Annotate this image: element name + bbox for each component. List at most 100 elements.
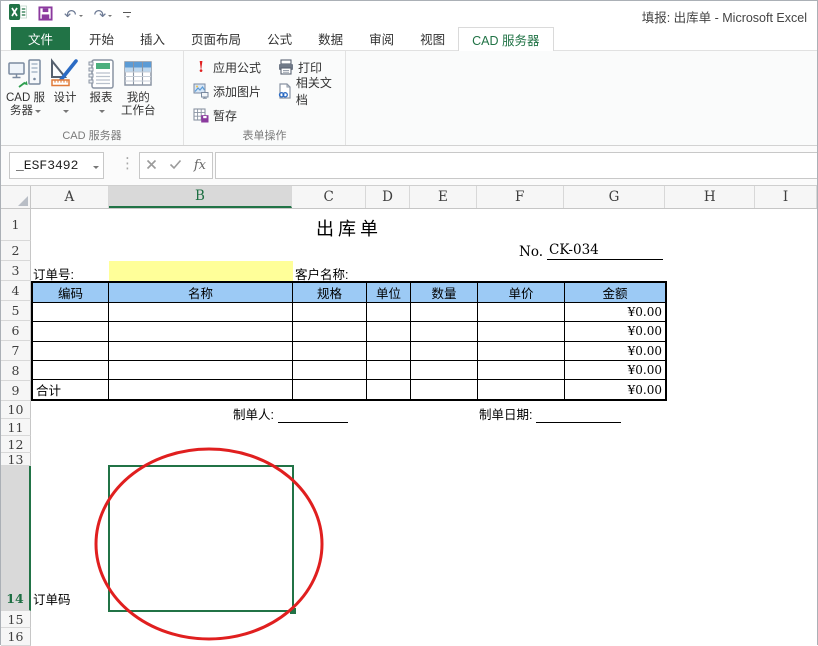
amount-cell[interactable]: ¥0.00 <box>565 322 665 340</box>
table-cell[interactable] <box>411 322 478 340</box>
tab-review[interactable]: 审阅 <box>356 27 407 50</box>
cad-server-menu-button[interactable]: CAD 服 务器 <box>4 55 47 119</box>
formula-input[interactable] <box>215 152 817 179</box>
table-cell[interactable] <box>109 361 293 379</box>
amount-cell[interactable]: ¥0.00 <box>565 303 665 321</box>
table-header-cell[interactable]: 单位 <box>367 283 411 302</box>
column-header-a[interactable]: A <box>31 186 109 208</box>
table-header-cell[interactable]: 名称 <box>109 283 293 302</box>
apply-formula-button[interactable]: ! 应用公式 <box>190 58 275 77</box>
amount-cell[interactable]: ¥0.00 <box>565 342 665 360</box>
table-cell[interactable] <box>367 303 411 321</box>
row-header-9[interactable]: 9 <box>1 381 31 401</box>
amount-cell[interactable]: ¥0.00 <box>565 380 665 399</box>
table-cell[interactable] <box>109 322 293 340</box>
row-header-10[interactable]: 10 <box>1 401 31 419</box>
row-header-4[interactable]: 4 <box>1 281 31 301</box>
tab-data[interactable]: 数据 <box>305 27 356 50</box>
row-header-1[interactable]: 1 <box>1 209 31 241</box>
customize-qat-button[interactable] <box>123 12 131 18</box>
table-cell[interactable] <box>367 322 411 340</box>
table-cell[interactable] <box>478 361 565 379</box>
row-header-7[interactable]: 7 <box>1 341 31 361</box>
table-cell[interactable] <box>33 342 109 360</box>
table-cell[interactable] <box>33 322 109 340</box>
table-header-cell[interactable]: 规格 <box>293 283 367 302</box>
row-header-2[interactable]: 2 <box>1 241 31 261</box>
table-header-cell[interactable]: 单价 <box>478 283 565 302</box>
table-cell[interactable] <box>293 361 367 379</box>
group-label-cad-server: CAD 服务器 <box>1 127 183 143</box>
table-cell[interactable] <box>109 380 293 399</box>
column-header-d[interactable]: D <box>366 186 410 208</box>
design-button[interactable]: 设计 <box>47 55 83 119</box>
report-button[interactable]: 报表 <box>83 55 119 119</box>
row-header-6[interactable]: 6 <box>1 321 31 341</box>
tab-view[interactable]: 视图 <box>407 27 458 50</box>
tab-home[interactable]: 开始 <box>76 27 127 50</box>
table-cell[interactable] <box>478 380 565 399</box>
my-workbench-button[interactable]: 我的 工作台 <box>119 55 158 119</box>
column-header-f[interactable]: F <box>477 186 564 208</box>
tab-cad-server[interactable]: CAD 服务器 <box>458 27 553 51</box>
tab-page-layout[interactable]: 页面布局 <box>178 27 254 50</box>
column-header-g[interactable]: G <box>564 186 666 208</box>
table-header-cell[interactable]: 编码 <box>33 283 109 302</box>
table-cell[interactable] <box>411 342 478 360</box>
table-cell[interactable] <box>411 380 478 399</box>
column-header-c[interactable]: C <box>292 186 366 208</box>
amount-cell[interactable]: ¥0.00 <box>565 361 665 379</box>
row-headers: 1 2 3 4 5 6 7 8 9 10 11 12 13 14 15 16 <box>1 209 31 646</box>
row-header-11[interactable]: 11 <box>1 419 31 436</box>
stash-button[interactable]: 暂存 <box>190 106 240 125</box>
row-header-13[interactable]: 13 <box>1 453 31 466</box>
related-documents-button[interactable]: 相关文档 <box>273 73 345 109</box>
enter-button[interactable] <box>169 157 182 175</box>
column-header-e[interactable]: E <box>410 186 477 208</box>
name-box[interactable]: _ESF3492 <box>9 152 104 179</box>
row-header-14[interactable]: 14 <box>1 466 31 611</box>
add-picture-button[interactable]: 添加图片 <box>190 82 273 101</box>
row-header-3[interactable]: 3 <box>1 261 31 281</box>
row-header-5[interactable]: 5 <box>1 301 31 321</box>
row-header-8[interactable]: 8 <box>1 361 31 381</box>
table-cell[interactable] <box>293 303 367 321</box>
table-cell[interactable] <box>367 380 411 399</box>
table-cell[interactable] <box>478 342 565 360</box>
tab-insert[interactable]: 插入 <box>127 27 178 50</box>
table-header-cell[interactable]: 金额 <box>565 283 665 302</box>
row-header-16[interactable]: 16 <box>1 628 31 646</box>
tab-formulas[interactable]: 公式 <box>254 27 305 50</box>
table-cell[interactable] <box>367 361 411 379</box>
table-header-cell[interactable]: 数量 <box>411 283 478 302</box>
table-cell[interactable] <box>367 342 411 360</box>
column-header-h[interactable]: H <box>665 186 755 208</box>
total-label-cell[interactable]: 合计 <box>33 380 109 399</box>
table-cell[interactable] <box>478 322 565 340</box>
column-header-b[interactable]: B <box>109 186 293 208</box>
table-cell[interactable] <box>478 303 565 321</box>
table-cell[interactable] <box>411 361 478 379</box>
order-number-input-cell[interactable] <box>109 261 293 281</box>
table-cell[interactable] <box>293 322 367 340</box>
table-cell[interactable] <box>293 380 367 399</box>
insert-function-button[interactable]: fx <box>194 158 206 173</box>
column-header-i[interactable]: I <box>755 186 817 208</box>
tab-file[interactable]: 文件 <box>11 27 70 50</box>
table-cell[interactable] <box>411 303 478 321</box>
table-cell[interactable] <box>109 303 293 321</box>
table-cell[interactable] <box>293 342 367 360</box>
name-box-dropdown[interactable] <box>87 157 103 175</box>
table-cell[interactable] <box>33 303 109 321</box>
cancel-button[interactable] <box>146 157 157 175</box>
undo-button[interactable]: ↶ <box>64 6 83 24</box>
table-cell[interactable] <box>33 361 109 379</box>
redo-button[interactable]: ↷ <box>94 6 113 24</box>
window-title: 填报: 出库单 - Microsoft Excel <box>642 7 807 26</box>
row-header-12[interactable]: 12 <box>1 436 31 453</box>
save-button[interactable] <box>38 6 53 24</box>
row-header-15[interactable]: 15 <box>1 611 31 628</box>
customize-qat-icon <box>123 12 131 18</box>
table-cell[interactable] <box>109 342 293 360</box>
select-all-corner[interactable] <box>1 186 31 208</box>
